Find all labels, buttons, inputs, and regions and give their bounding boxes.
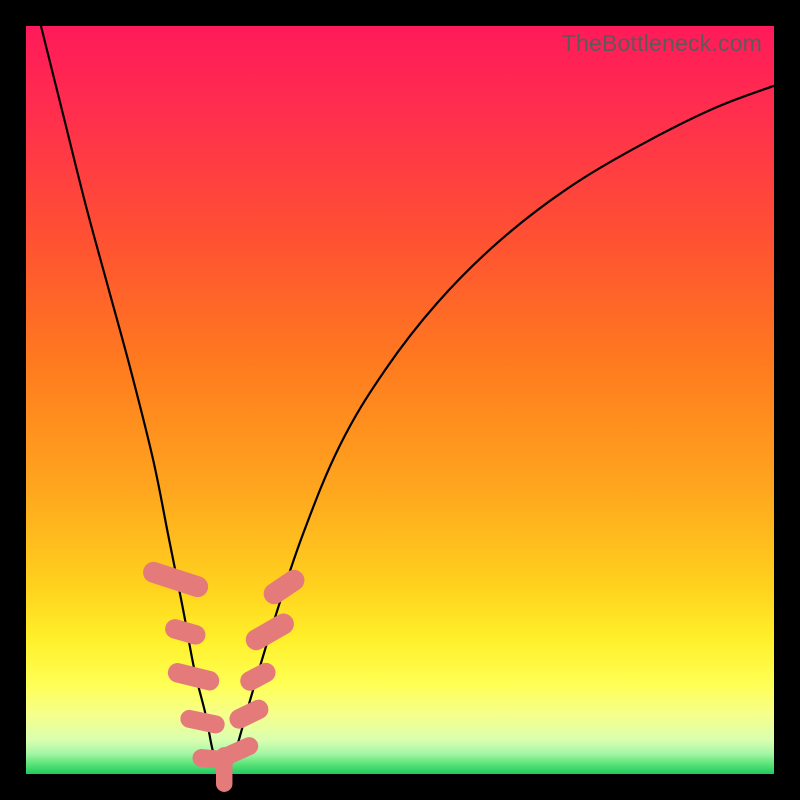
- curve-marker: [242, 610, 298, 654]
- bottleneck-curve: [41, 26, 774, 773]
- curve-marker: [260, 566, 309, 608]
- curve-markers: [140, 559, 308, 792]
- curve-marker: [237, 659, 279, 694]
- curve-marker: [213, 734, 261, 769]
- plot-area: TheBottleneck.com: [26, 26, 774, 774]
- curve-marker: [140, 559, 210, 600]
- curve-marker: [179, 708, 227, 735]
- curve-layer: [26, 26, 774, 774]
- chart-frame: TheBottleneck.com: [0, 0, 800, 800]
